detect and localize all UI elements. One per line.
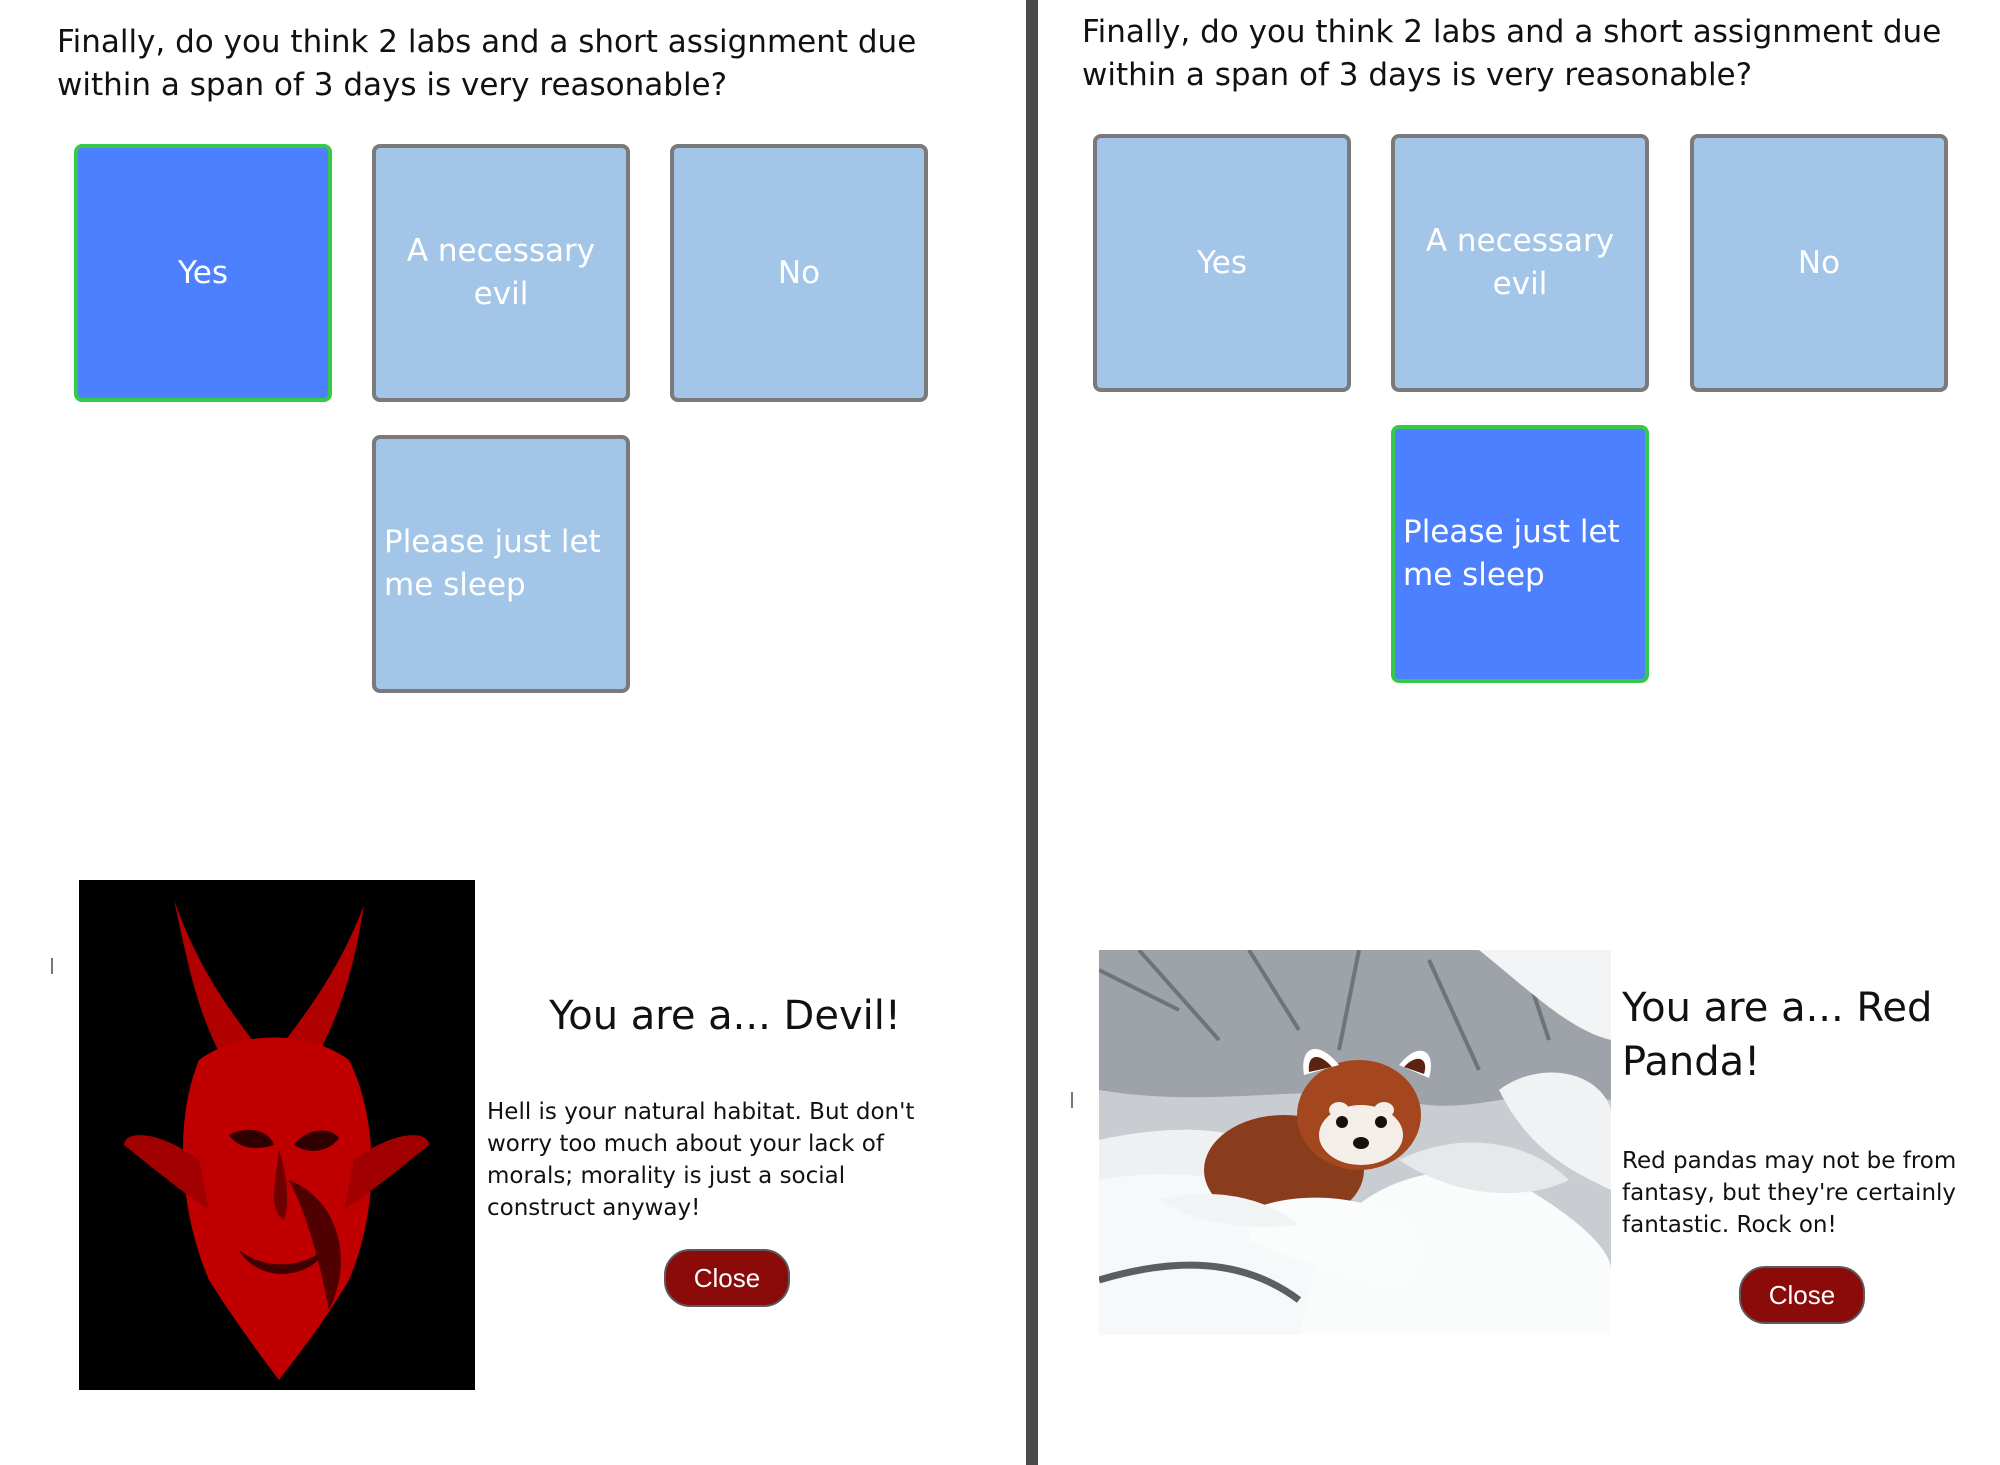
question-text: Finally, do you think 2 labs and a short… xyxy=(57,24,917,103)
choice-necessary-evil[interactable]: A necessary evil xyxy=(1391,134,1649,392)
close-button[interactable]: Close xyxy=(1739,1266,1865,1324)
panel-divider xyxy=(1026,0,1038,1465)
choice-yes[interactable]: Yes xyxy=(74,144,332,402)
result-description: Red pandas may not be from fantasy, but … xyxy=(1622,1148,1957,1238)
choice-necessary-evil[interactable]: A necessary evil xyxy=(372,144,630,402)
result-title: You are a... Red Panda! xyxy=(1622,985,1933,1085)
text-cursor xyxy=(1071,1092,1073,1108)
devil-image xyxy=(79,880,475,1390)
choice-no[interactable]: No xyxy=(1690,134,1948,392)
text-cursor xyxy=(51,958,53,974)
choice-please-let-me-sleep[interactable]: Please just let me sleep xyxy=(372,435,630,693)
close-button[interactable]: Close xyxy=(664,1249,790,1307)
choice-yes[interactable]: Yes xyxy=(1093,134,1351,392)
result-description: Hell is your natural habitat. But don't … xyxy=(487,1099,915,1221)
right-quiz-panel: Finally, do you think 2 labs and a short… xyxy=(1038,0,2000,1465)
left-quiz-panel: Finally, do you think 2 labs and a short… xyxy=(0,0,1026,1465)
choice-please-let-me-sleep[interactable]: Please just let me sleep xyxy=(1391,425,1649,683)
result-title: You are a... Devil! xyxy=(549,993,901,1039)
question-text: Finally, do you think 2 labs and a short… xyxy=(1082,14,1942,93)
choice-no[interactable]: No xyxy=(670,144,928,402)
red-panda-image xyxy=(1099,950,1611,1335)
